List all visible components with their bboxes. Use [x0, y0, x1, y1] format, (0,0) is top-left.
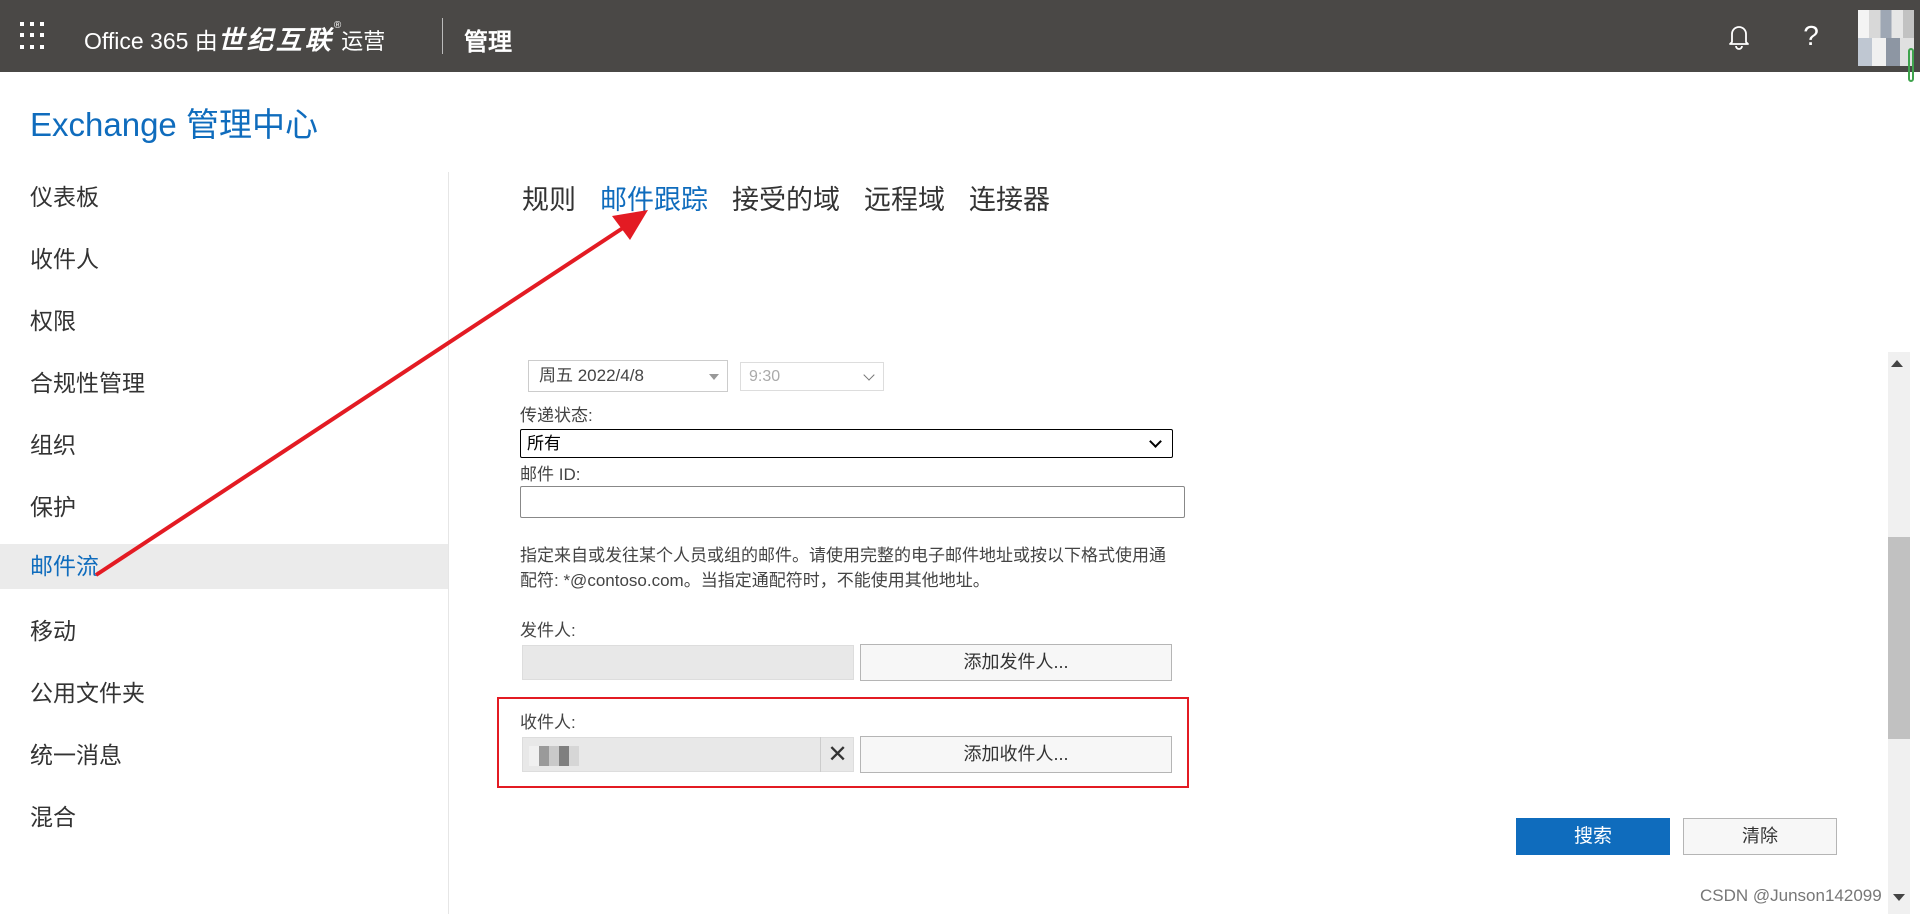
tab-message-trace[interactable]: 邮件跟踪 [600, 178, 708, 217]
nav-item-permissions[interactable]: 权限 [0, 296, 448, 358]
left-nav: 仪表板 收件人 权限 合规性管理 组织 保护 邮件流 移动 公用文件夹 统一消息… [0, 172, 448, 854]
nav-item-mail-flow[interactable]: 邮件流 [0, 544, 448, 589]
sender-field[interactable] [522, 645, 854, 680]
caret-down-icon [709, 374, 719, 380]
brand-operator: 运营 [341, 29, 386, 54]
scroll-up-arrow-icon[interactable] [1891, 360, 1903, 367]
tab-remote-domains[interactable]: 远程域 [864, 178, 945, 217]
watermark: CSDN @Junson142099 [1700, 886, 1882, 905]
top-bar: Office 365 由世纪互联®运营 管理 ? [0, 0, 1920, 82]
nav-item-dashboard[interactable]: 仪表板 [0, 172, 448, 234]
avatar-status-indicator [1908, 48, 1914, 82]
message-id-label: 邮件 ID: [520, 465, 581, 484]
bell-icon[interactable] [1726, 22, 1752, 50]
chevron-down-icon [863, 369, 875, 381]
nav-item-mobile[interactable]: 移动 [0, 606, 448, 668]
nav-divider [448, 172, 449, 914]
nav-item-public-folders[interactable]: 公用文件夹 [0, 668, 448, 730]
delivery-status-label: 传递状态: [520, 406, 593, 425]
scroll-down-arrow-icon[interactable] [1893, 894, 1905, 901]
nav-item-organization[interactable]: 组织 [0, 420, 448, 482]
sender-label: 发件人: [520, 621, 576, 640]
annotation-highlight-box [497, 697, 1189, 788]
help-icon[interactable]: ? [1798, 18, 1824, 54]
delivery-status-value: 所有 [527, 434, 561, 453]
tab-connectors[interactable]: 连接器 [969, 178, 1050, 217]
message-id-input[interactable] [520, 486, 1185, 518]
page-title: Exchange 管理中心 [30, 106, 318, 143]
delivery-status-select[interactable]: 所有 [520, 429, 1173, 458]
time-value: 9:30 [749, 368, 781, 385]
nav-item-hybrid[interactable]: 混合 [0, 792, 448, 854]
chevron-down-icon [1149, 435, 1162, 448]
date-value: 周五 2022/4/8 [539, 366, 644, 385]
brand-partner: 世纪互联 [217, 25, 334, 55]
help-text: 指定来自或发往某个人员或组的邮件。请使用完整的电子邮件地址或按以下格式使用通配符… [520, 546, 1166, 590]
nav-item-unified-messaging[interactable]: 统一消息 [0, 730, 448, 792]
app-launcher-icon[interactable] [20, 22, 48, 50]
nav-item-compliance[interactable]: 合规性管理 [0, 358, 448, 420]
clear-button[interactable]: 清除 [1683, 818, 1837, 855]
nav-item-protection[interactable]: 保护 [0, 482, 448, 544]
brand-title[interactable]: Office 365 由世纪互联®运营 [84, 20, 385, 57]
date-picker[interactable]: 周五 2022/4/8 [528, 360, 728, 392]
avatar[interactable] [1858, 10, 1914, 66]
tab-accepted-domains[interactable]: 接受的域 [732, 178, 840, 217]
tab-rules[interactable]: 规则 [522, 178, 576, 217]
add-sender-button[interactable]: 添加发件人... [860, 644, 1172, 681]
tab-bar: 规则 邮件跟踪 接受的域 远程域 连接器 [522, 178, 1050, 217]
nav-item-recipients[interactable]: 收件人 [0, 234, 448, 296]
search-button[interactable]: 搜索 [1516, 818, 1670, 855]
brand-main: Office 365 由 [84, 28, 218, 54]
topbar-divider [442, 18, 443, 54]
time-picker[interactable]: 9:30 [740, 362, 884, 391]
admin-label[interactable]: 管理 [464, 22, 512, 57]
scrollbar-thumb[interactable] [1888, 537, 1910, 739]
